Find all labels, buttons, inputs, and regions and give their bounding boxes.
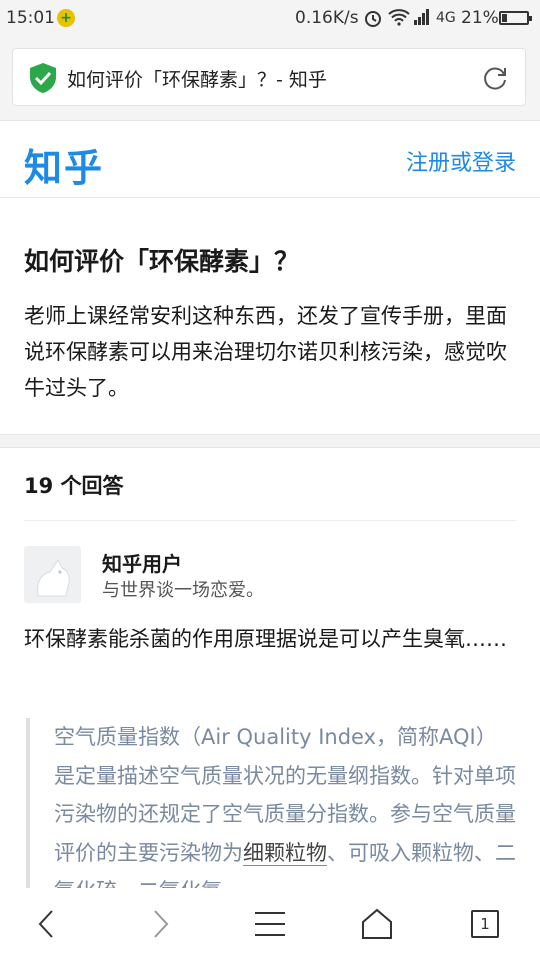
login-link[interactable]: 注册或登录 [406,145,516,177]
home-button[interactable] [352,902,402,946]
author-bio: 与世界谈一场恋爱。 [102,580,264,601]
section-divider [0,434,540,448]
signal-icon [413,8,431,31]
forward-arrow-icon [154,910,169,938]
answers-count: 19 个回答 [24,474,124,498]
reload-icon[interactable] [481,64,509,96]
zhihu-logo[interactable]: 知乎 [24,137,104,192]
default-avatar-icon [24,546,81,603]
wifi-icon [388,8,410,31]
forward-button[interactable] [135,902,185,946]
answer-blockquote: 空气质量指数（Air Quality Index，简称AQI）是定量描述空气质量… [26,718,516,888]
site-header: 知乎 注册或登录 [0,120,540,198]
question-title[interactable]: 如何评价「环保酵素」？ [24,242,299,278]
divider [24,520,516,521]
battery-percent: 21% [461,8,499,28]
menu-button[interactable] [245,902,295,946]
question-card: 如何评价「环保酵素」？ 老师上课经常安利这种东西，还发了宣传手册，里面说环保酵素… [0,198,540,434]
author-name[interactable]: 知乎用户 [102,548,182,577]
network-type: 4G [436,10,456,26]
browser-toolbar: 如何评价「环保酵素」？- 知乎 [0,38,540,120]
avatar[interactable] [24,546,81,603]
back-button[interactable] [22,902,72,946]
back-arrow-icon [38,910,53,938]
quote-link[interactable]: 细颗粒物 [243,840,327,866]
notification-badge-icon: + [57,9,75,27]
page-title: 如何评价「环保酵素」？- 知乎 [67,69,327,91]
tabs-button[interactable]: 1 [460,902,510,946]
status-time: 15:01 [6,8,55,28]
bottom-navigation: 1 [0,888,540,960]
shield-icon [29,62,57,98]
network-speed: 0.16K/s [295,8,359,28]
tab-count: 1 [471,910,499,938]
status-bar: 15:01 + 0.16K/s 4G 21% [0,0,540,38]
home-icon [362,908,392,939]
alarm-icon [364,8,382,33]
question-description: 老师上课经常安利这种东西，还发了宣传手册，里面说环保酵素可以用来治理切尔诺贝利核… [24,304,507,400]
menu-icon [255,912,285,936]
address-bar[interactable]: 如何评价「环保酵素」？- 知乎 [12,48,526,106]
battery-icon [499,11,532,25]
answer-excerpt[interactable]: 环保酵素能杀菌的作用原理据说是可以产生臭氧…… [24,620,516,658]
